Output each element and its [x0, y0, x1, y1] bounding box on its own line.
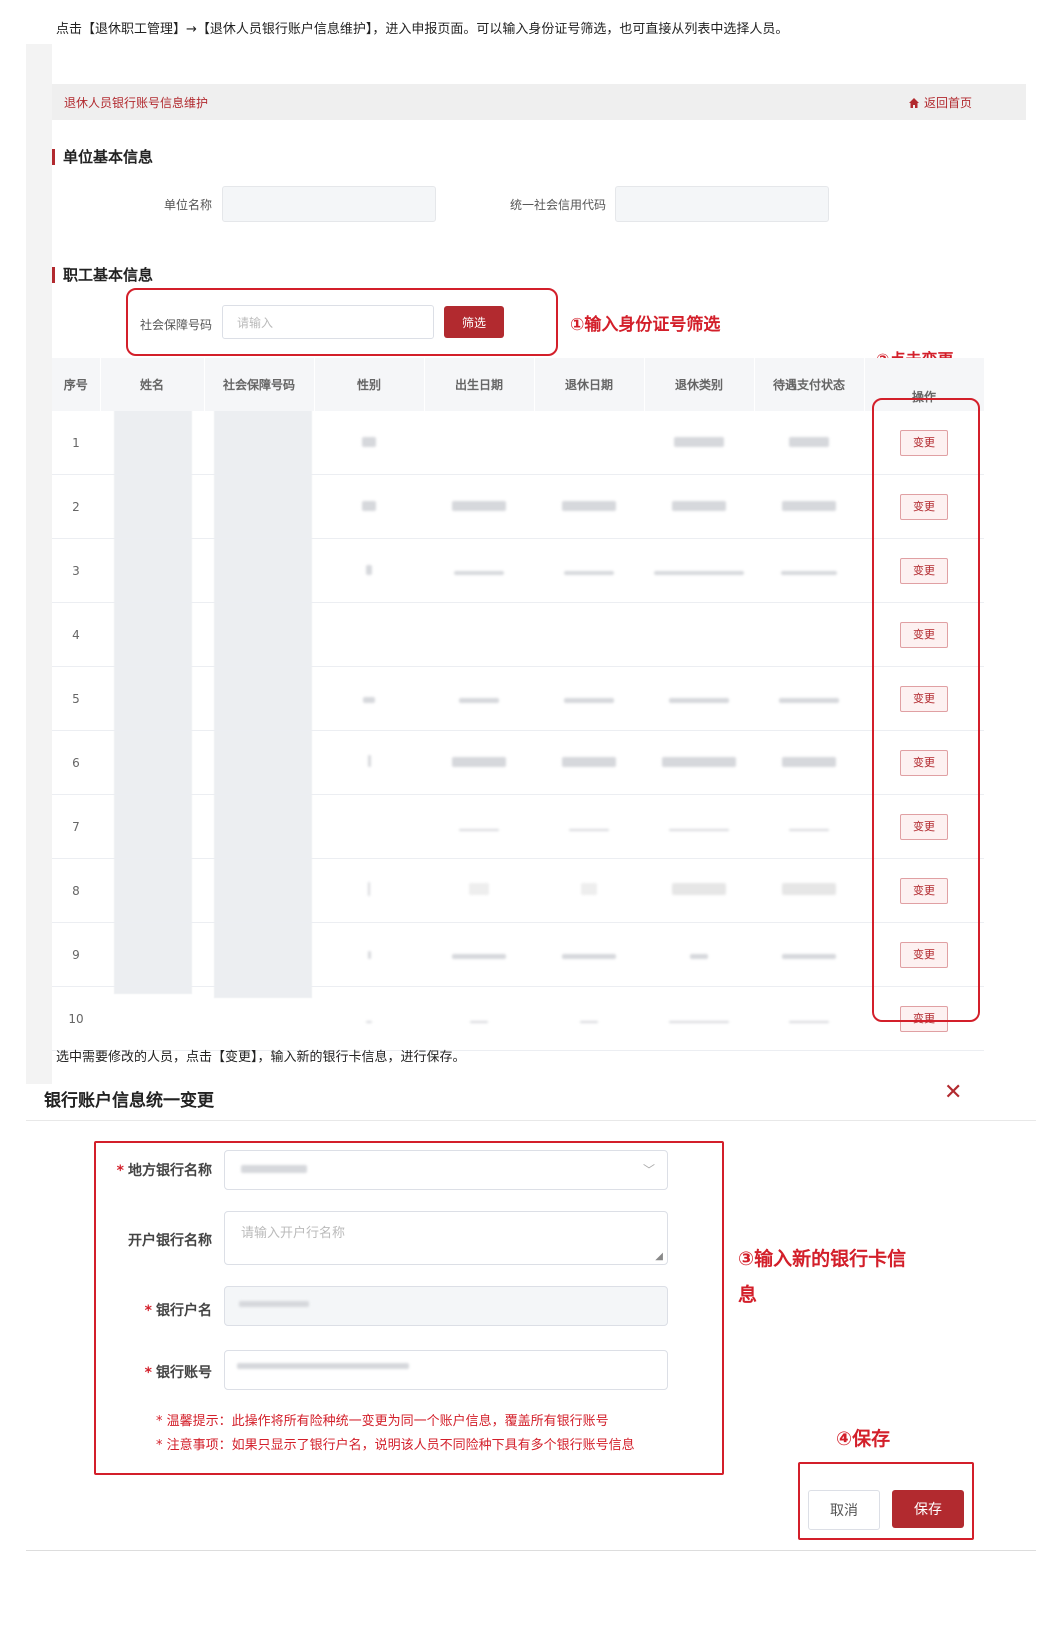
col-header-gender: 性别 — [314, 358, 425, 411]
row-index: 10 — [52, 986, 100, 1051]
row-index: 6 — [52, 730, 100, 795]
home-link-label: 返回首页 — [924, 96, 973, 110]
table-row: 1 变更 — [52, 411, 984, 475]
row-index: 8 — [52, 858, 100, 923]
modal-title: 银行账户信息统一变更 — [44, 1091, 214, 1111]
breadcrumb: 退休人员银行账号信息维护 — [64, 96, 209, 110]
bottom-divider — [26, 1550, 1036, 1551]
close-icon[interactable]: ✕ — [944, 1080, 962, 1105]
section-marker — [52, 266, 55, 283]
col-header-name: 姓名 — [100, 358, 205, 411]
table-row: 6 变更 — [52, 730, 984, 795]
unit-name-label: 单位名称 — [163, 198, 212, 212]
section-marker — [52, 148, 55, 165]
table-row: 10 变更 — [52, 986, 984, 1051]
credit-code-label: 统一社会信用代码 — [509, 198, 606, 212]
row-index: 9 — [52, 922, 100, 987]
col-header-index: 序号 — [52, 358, 101, 411]
home-icon — [909, 97, 919, 108]
annotation-box-change — [872, 398, 980, 1022]
table-row: 5 变更 — [52, 666, 984, 731]
intro-text: 点击【退休职工管理】→【退休人员银行账户信息维护】，进入申报页面。可以输入身份证… — [56, 22, 789, 37]
annotation-box-save — [798, 1462, 974, 1540]
unit-name-field — [222, 186, 436, 222]
col-header-pay-status: 待遇支付状态 — [754, 358, 865, 411]
annotation-save: ④保存 — [836, 1428, 891, 1450]
annotation-box-filter — [126, 288, 558, 356]
row-index: 5 — [52, 666, 100, 731]
table-row: 3 变更 — [52, 538, 984, 603]
col-header-birth: 出生日期 — [424, 358, 535, 411]
row-index: 4 — [52, 602, 100, 667]
table-row: 2 变更 — [52, 474, 984, 539]
annotation-box-form — [94, 1141, 724, 1475]
row-index: 7 — [52, 794, 100, 859]
table-row: 9 变更 — [52, 922, 984, 987]
worker-section-title: 职工基本信息 — [52, 264, 153, 285]
row-index: 2 — [52, 474, 100, 539]
annotation-bank-info-line2: 息 — [738, 1284, 758, 1306]
annotation-filter: ①输入身份证号筛选 — [570, 315, 721, 335]
col-header-retire-type: 退休类别 — [644, 358, 755, 411]
row-index: 1 — [52, 411, 100, 475]
table-row: 4 变更 — [52, 602, 984, 667]
row-index: 3 — [52, 538, 100, 603]
annotation-bank-info-line1: ③输入新的银行卡信 — [738, 1248, 907, 1270]
intro-text-2: 选中需要修改的人员，点击【变更】，输入新的银行卡信息，进行保存。 — [56, 1050, 466, 1065]
unit-section-title: 单位基本信息 — [52, 146, 153, 167]
table-row: 7 变更 — [52, 794, 984, 859]
modal-divider — [26, 1120, 1036, 1121]
col-header-ssn: 社会保障号码 — [204, 358, 315, 411]
col-header-retire-date: 退休日期 — [534, 358, 645, 411]
retiree-table: 序号 姓名 社会保障号码 性别 出生日期 退休日期 退休类别 待遇支付状态 操作… — [52, 358, 985, 1051]
credit-code-field — [615, 186, 829, 222]
table-header-row: 序号 姓名 社会保障号码 性别 出生日期 退休日期 退休类别 待遇支付状态 操作 — [52, 358, 985, 411]
table-row: 8 变更 — [52, 858, 984, 923]
home-link[interactable]: 返回首页 — [908, 94, 972, 111]
